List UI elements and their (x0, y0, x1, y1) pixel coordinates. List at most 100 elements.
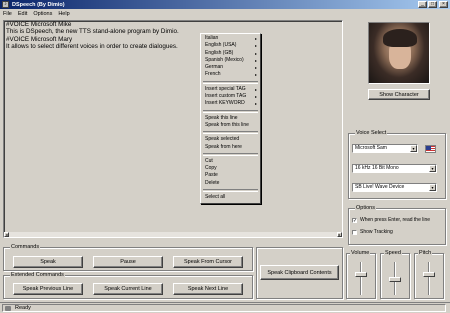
context-menu-item-label: Speak this line (205, 114, 238, 121)
pause-button[interactable]: Pause (93, 256, 163, 268)
chevron-down-icon[interactable]: ▾ (410, 145, 417, 152)
chevron-down-icon[interactable]: ▾ (429, 184, 436, 191)
maximize-button[interactable]: □ (428, 1, 437, 8)
context-menu-item[interactable]: Cut (201, 158, 260, 165)
pitch-slider-track[interactable] (428, 262, 430, 295)
tracking-option[interactable]: Show Tracking (352, 229, 393, 235)
editor-line: #VOICE Microsoft Mike (6, 21, 72, 28)
context-menu-item-label: Insert custom TAG (205, 93, 247, 100)
scroll-right-button[interactable]: ▸ (337, 232, 342, 237)
close-button[interactable]: × (439, 1, 448, 8)
submenu-arrow-icon: ▸ (254, 86, 257, 92)
context-menu-item[interactable]: English (USA) ▸ (201, 42, 260, 49)
submenu-arrow-icon: ▸ (254, 72, 257, 78)
menu-options[interactable]: Options (33, 11, 52, 17)
submenu-arrow-icon: ▸ (254, 94, 257, 100)
context-menu-item[interactable]: Speak from here (201, 144, 260, 151)
output-device-dropdown[interactable]: SB Live! Wave Device ▾ (352, 183, 437, 192)
context-menu-item[interactable]: English (GB) ▸ (201, 50, 260, 57)
horizontal-scrollbar[interactable]: ◂ ▸ (4, 232, 342, 237)
menubar: File Edit Options Help (0, 9, 450, 18)
window-title: DSpeech (By Dimio) (12, 1, 65, 8)
context-menu-item[interactable]: Select all (201, 194, 260, 201)
submenu-arrow-icon: ▸ (254, 101, 257, 107)
context-menu-item[interactable]: German ▸ (201, 64, 260, 71)
context-menu-item-label: French (205, 71, 221, 78)
submenu-arrow-icon: ▸ (254, 65, 257, 71)
context-menu-item-label: Italian (205, 35, 219, 41)
pitch-label: Pitch (418, 250, 433, 257)
extended-commands-label: Extended Commands (10, 272, 65, 279)
context-menu-item[interactable]: Speak selected (201, 136, 260, 143)
menu-separator (203, 189, 258, 193)
context-menu-item[interactable]: Insert special TAG ▸ (201, 86, 260, 93)
menu-separator (203, 109, 258, 113)
read-line-label: When press Enter, read the line (360, 217, 431, 223)
title-bar[interactable]: ♪ DSpeech (By Dimio) _ □ × (0, 0, 450, 9)
volume-slider-thumb[interactable] (355, 272, 367, 277)
context-menu-item[interactable]: Spanish (Mexico) ▸ (201, 57, 260, 64)
context-menu-item[interactable]: French ▸ (201, 71, 260, 78)
audio-format-value: 16 kHz 16 Bit Mono (355, 165, 399, 171)
context-menu-item-label: Speak from this line (205, 121, 249, 128)
context-menu-item[interactable]: Copy (201, 165, 260, 172)
speak-button[interactable]: Speak (13, 256, 83, 268)
options-group: Options (348, 205, 446, 245)
character-hair (383, 29, 417, 47)
pitch-slider-thumb[interactable] (423, 272, 435, 277)
context-menu-item[interactable]: Speak from this line (201, 122, 260, 129)
context-menu-item[interactable]: Insert KEYWORD ▸ (201, 100, 260, 107)
text-editor[interactable]: #VOICE Microsoft Mike This is DSpeech, t… (3, 20, 343, 238)
speak-from-cursor-button[interactable]: Speak From Cursor (173, 256, 243, 268)
volume-label: Volume (350, 250, 371, 257)
speak-next-line-button[interactable]: Speak Next Line (173, 283, 243, 295)
show-character-button[interactable]: Show Character (368, 89, 430, 100)
tracking-label: Show Tracking (360, 229, 393, 235)
context-menu-item-label: Copy (205, 165, 217, 172)
read-line-checkbox[interactable]: ✓ (352, 217, 357, 223)
menu-help[interactable]: Help (58, 11, 69, 17)
context-menu-item[interactable]: Paste (201, 172, 260, 179)
voice-dropdown[interactable]: Microsoft Sam ▾ (352, 144, 418, 153)
us-flag-icon (425, 145, 436, 153)
menu-separator (203, 152, 258, 156)
context-menu-item-label: Speak selected (205, 136, 240, 143)
speed-slider-thumb[interactable] (389, 277, 401, 282)
tracking-checkbox[interactable] (352, 229, 357, 235)
speak-clipboard-button[interactable]: Speak Clipboard Contents (260, 265, 339, 280)
context-menu-item-label: Delete (205, 179, 220, 186)
context-menu-item-label: Speak from here (205, 143, 242, 150)
chevron-down-icon[interactable]: ▾ (429, 165, 436, 172)
editor-line: #VOICE Microsoft Mary (6, 35, 73, 43)
speak-previous-line-button[interactable]: Speak Previous Line (13, 283, 83, 295)
submenu-arrow-icon: ▸ (254, 50, 257, 56)
voice-select-label: Voice Select (355, 130, 388, 137)
audio-format-dropdown[interactable]: 16 kHz 16 Bit Mono ▾ (352, 164, 437, 173)
editor-line: It allows to select different voices in … (6, 42, 178, 50)
context-menu-item[interactable]: Delete (201, 180, 260, 187)
speed-label: Speed (384, 250, 402, 257)
context-menu-item-label: Paste (205, 172, 218, 179)
scroll-left-button[interactable]: ◂ (4, 232, 9, 237)
menu-file[interactable]: File (3, 11, 12, 17)
context-menu-item-label: Insert special TAG (205, 85, 246, 92)
volume-slider-track[interactable] (360, 262, 362, 295)
output-device-value: SB Live! Wave Device (355, 184, 405, 190)
minimize-button[interactable]: _ (418, 1, 427, 8)
menu-edit[interactable]: Edit (18, 11, 27, 17)
context-menu-item-label: Select all (205, 194, 226, 201)
context-menu-item-label: English (USA) (205, 42, 237, 49)
status-panel: Ready (2, 304, 446, 312)
context-menu-item[interactable]: Insert custom TAG ▸ (201, 93, 260, 100)
menu-separator (203, 80, 258, 84)
submenu-arrow-icon: ▸ (254, 57, 257, 63)
editor-line: This is DSpeech, the new TTS stand-alone… (6, 28, 179, 36)
context-menu-item[interactable]: Speak this line (201, 115, 260, 122)
context-menu-item-label: German (205, 64, 224, 71)
speak-current-line-button[interactable]: Speak Current Line (93, 283, 163, 295)
read-line-option[interactable]: ✓ When press Enter, read the line (352, 217, 430, 223)
submenu-arrow-icon: ▸ (254, 43, 257, 49)
menu-separator (203, 131, 258, 135)
status-text: Ready (15, 305, 31, 311)
context-menu-item[interactable]: Italian ▸ (201, 35, 260, 42)
